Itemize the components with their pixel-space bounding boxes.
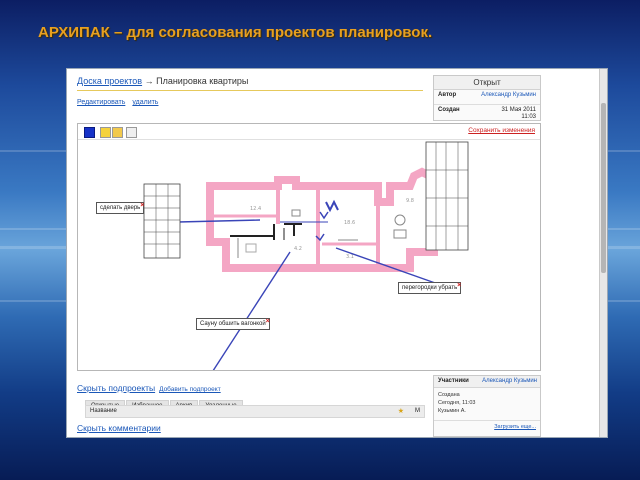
plan-area-label: 4.2 [294, 246, 302, 252]
created-row: Создан 31 Мая 2011 [438, 107, 538, 113]
subproject-tabs: ОткрытыеИзбранноеАрхивУдаленные [85, 394, 244, 411]
participants-label: Участники [438, 378, 469, 384]
created-date: 31 Мая 2011 [501, 107, 536, 113]
project-info-box: Открыт Автор Александр Кузьмин Создан 31… [433, 75, 541, 121]
activity-time: Сегодня, 11:03 [438, 400, 476, 406]
slide-title: АРХИПАК – для согласования проектов план… [38, 24, 433, 41]
breadcrumb-root-link[interactable]: Доска проектов [77, 76, 142, 86]
callout-door-text: сделать дверь [100, 205, 141, 211]
breadcrumb: Доска проектов → Планировка квартиры [77, 76, 248, 86]
callout-partitions-text: перегородки убрать [402, 285, 458, 291]
participant-user-link[interactable]: Александр Кузьмин [482, 376, 537, 387]
plan-fixture [245, 243, 257, 253]
activity-created: Создана [438, 392, 460, 398]
load-more-link[interactable]: Загрузить еще... [494, 424, 536, 430]
plan-area-label: 12.4 [250, 206, 261, 212]
add-subproject-link[interactable]: Добавить подпроект [159, 386, 221, 393]
annotation-arrow [177, 219, 261, 223]
participants-divider [434, 420, 540, 421]
app-screenshot: Доска проектов → Планировка квартиры Ред… [66, 68, 608, 438]
star-icon[interactable]: ★ [398, 406, 404, 417]
close-icon[interactable]: × [140, 201, 144, 211]
scrollbar-thumb[interactable] [601, 103, 606, 273]
project-actions: Редактировать удалить [77, 99, 165, 106]
plan-title-block [425, 141, 469, 251]
hide-comments-link[interactable]: Скрыть комментарии [77, 423, 161, 433]
plan-editor: Сохранить изменения 12.4 4.2 18.6 3.1 9.… [77, 123, 541, 371]
breadcrumb-separator: → [142, 76, 157, 86]
participants-header: Участники Александр Кузьмин [434, 376, 540, 388]
status-badge: Открыт [434, 76, 540, 90]
pencil-icon[interactable] [100, 127, 111, 138]
color-blue-icon[interactable] [84, 127, 95, 138]
edit-link[interactable]: Редактировать [77, 99, 125, 106]
plan-fixture [393, 229, 407, 239]
plan-area-label: 3.1 [346, 254, 354, 260]
plan-fixture [291, 209, 301, 217]
door-sketch [319, 211, 329, 220]
activity-user: Кузьмин А. [438, 408, 466, 414]
floor-plan: 12.4 4.2 18.6 3.1 9.8 [143, 141, 469, 370]
callout-partitions[interactable]: перегородки убрать × [398, 281, 462, 294]
m-column-header[interactable]: М [415, 406, 420, 417]
plan-area-label: 9.8 [406, 198, 414, 204]
floor-plan-canvas[interactable]: 12.4 4.2 18.6 3.1 9.8 [78, 140, 540, 370]
plan-area-label: 18.6 [344, 220, 355, 226]
line-icon[interactable] [126, 127, 137, 138]
created-time: 11:03 [521, 114, 536, 120]
page-title: Планировка квартиры [156, 76, 249, 86]
plan-legend-table [143, 183, 181, 259]
callout-door[interactable]: сделать дверь × [96, 201, 145, 214]
plan-fixture [394, 214, 406, 226]
name-column-header[interactable]: Название [90, 406, 117, 417]
close-icon[interactable]: × [266, 317, 270, 327]
created-label: Создан [438, 107, 460, 113]
delete-link[interactable]: удалить [132, 99, 158, 106]
door-sketch [325, 199, 339, 213]
title-divider [77, 90, 423, 91]
subproject-list-header: Название ★ М [85, 405, 425, 418]
callout-sauna-text: Сауну обшить вагонкой [200, 321, 266, 327]
save-changes-link[interactable]: Сохранить изменения [468, 127, 535, 134]
author-row: Автор Александр Кузьмин [438, 92, 538, 98]
hide-subprojects-link[interactable]: Скрыть подпроекты [77, 383, 155, 393]
vertical-scrollbar[interactable] [599, 69, 607, 437]
author-link[interactable]: Александр Кузьмин [481, 92, 536, 98]
callout-sauna[interactable]: Сауну обшить вагонкой × [196, 318, 270, 330]
close-icon[interactable]: × [457, 281, 461, 291]
participants-panel: Участники Александр Кузьмин Создана Сего… [433, 375, 541, 437]
info-divider [434, 104, 540, 105]
author-label: Автор [438, 92, 457, 98]
brush-icon[interactable] [112, 127, 123, 138]
